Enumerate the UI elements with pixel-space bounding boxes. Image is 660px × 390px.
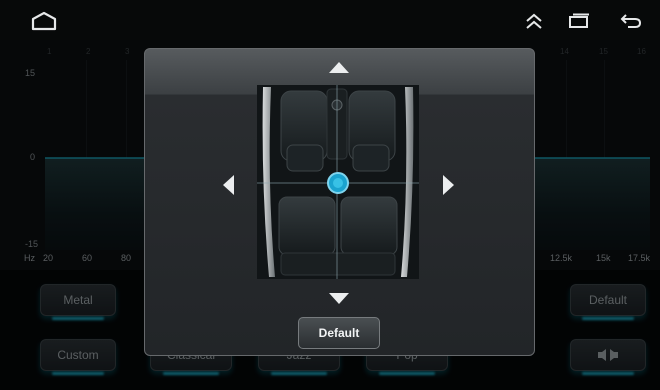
triangle-left-icon[interactable] [221,174,235,196]
top-bar [0,0,660,40]
dialog-default-button[interactable]: Default [298,317,380,349]
screen: 1 2 3 14 15 16 15 0 -15 Hz 20 60 80 12.5… [0,0,660,390]
balance-knob[interactable] [326,171,350,195]
recents-icon[interactable] [568,13,590,29]
home-icon[interactable] [31,11,57,31]
triangle-up-icon[interactable] [328,60,350,74]
back-icon[interactable] [620,13,642,29]
double-chevron-up-icon[interactable] [524,12,544,30]
triangle-right-icon[interactable] [442,174,456,196]
triangle-down-icon[interactable] [328,292,350,306]
dialog-default-label: Default [318,326,360,340]
